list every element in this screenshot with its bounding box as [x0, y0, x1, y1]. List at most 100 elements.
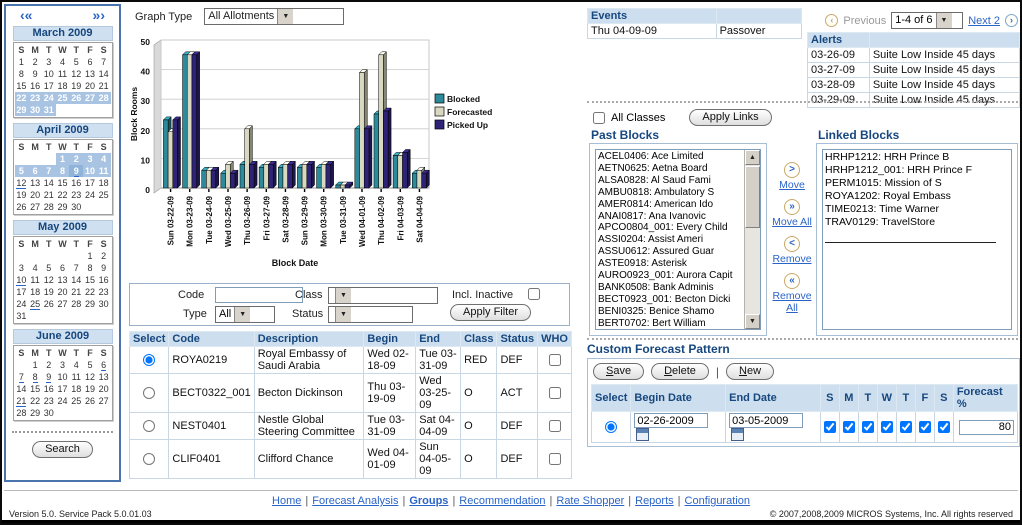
list-item[interactable]: HRHP1212_001: HRH Prince F: [825, 164, 1011, 177]
calendar-day[interactable]: 31: [15, 310, 29, 322]
calendar-day[interactable]: 15: [15, 80, 29, 92]
calendar-day[interactable]: 26: [42, 298, 56, 310]
calendar-day[interactable]: 27: [28, 201, 42, 213]
calendar-day[interactable]: 20: [97, 383, 111, 395]
previous-page-icon[interactable]: ‹: [825, 14, 838, 27]
calendar-day[interactable]: 15: [28, 383, 42, 395]
who-checkbox[interactable]: [549, 453, 561, 465]
calendar-icon[interactable]: [731, 428, 744, 441]
calendar-day[interactable]: 5: [42, 262, 56, 274]
calendar-day[interactable]: 7: [42, 165, 56, 177]
calendar-day[interactable]: 28: [69, 298, 83, 310]
calendar-day[interactable]: 14: [97, 68, 111, 80]
calendar-day[interactable]: 22: [83, 286, 97, 298]
remove-icon[interactable]: <: [784, 236, 800, 252]
calendar-day[interactable]: 25: [28, 298, 42, 310]
chevron-down-icon[interactable]: ▼: [335, 288, 351, 303]
calendar-day[interactable]: 14: [42, 177, 56, 189]
status-select[interactable]: ▼: [328, 306, 413, 323]
type-select[interactable]: All ▼: [215, 306, 275, 323]
list-item[interactable]: ASSU0612: Assured Guar: [598, 246, 744, 258]
remove-link[interactable]: Remove: [769, 253, 815, 265]
calendar-day[interactable]: 7: [69, 262, 83, 274]
alert-row[interactable]: 03-28-09Suite Low Inside 45 days: [808, 78, 1020, 93]
calendar-day[interactable]: 16: [42, 383, 56, 395]
calendar-day[interactable]: 30: [28, 104, 42, 116]
calendar-day[interactable]: 10: [15, 274, 29, 286]
calendar-day[interactable]: 9: [28, 68, 42, 80]
calendar-day[interactable]: 25: [69, 395, 83, 407]
calendar-day[interactable]: 26: [15, 201, 29, 213]
past-blocks-scrollbar[interactable]: ▲ ▼: [744, 150, 760, 329]
calendar-day[interactable]: 16: [69, 177, 83, 189]
calendar-day[interactable]: 1: [15, 56, 29, 68]
list-item[interactable]: BECT0923_001: Becton Dicki: [598, 294, 744, 306]
calendar-day[interactable]: 11: [28, 274, 42, 286]
calendar-day[interactable]: 23: [42, 395, 56, 407]
calendar-day[interactable]: 24: [83, 189, 97, 201]
list-item[interactable]: BENI0325: Benice Shamo: [598, 306, 744, 318]
footer-link-forecast-analysis[interactable]: Forecast Analysis: [312, 495, 398, 507]
calendar-day[interactable]: 1: [28, 359, 42, 371]
calendar-day[interactable]: 1: [83, 250, 97, 262]
prev-year-icon[interactable]: «: [25, 7, 33, 23]
calendar-day[interactable]: 24: [15, 298, 29, 310]
day-thu-checkbox[interactable]: [900, 421, 912, 433]
list-item[interactable]: PERM1015: Mission of S: [825, 177, 1011, 190]
list-item[interactable]: AMBU0818: Ambulatory S: [598, 187, 744, 199]
delete-button[interactable]: Delete: [651, 363, 709, 380]
save-button[interactable]: Save: [593, 363, 644, 380]
calendar-day[interactable]: 20: [83, 80, 97, 92]
calendar-day[interactable]: 21: [69, 286, 83, 298]
calendar-day[interactable]: 21: [42, 189, 56, 201]
calendar-day[interactable]: 31: [42, 104, 56, 116]
chevron-down-icon[interactable]: ▼: [936, 13, 952, 28]
list-item[interactable]: ASTE0918: Asterisk: [598, 258, 744, 270]
list-item[interactable]: ANAI0817: Ana Ivanovic: [598, 211, 744, 223]
calendar-day[interactable]: 22: [28, 395, 42, 407]
event-row[interactable]: Thu 04-09-09 Passover: [588, 24, 802, 39]
calendar-day[interactable]: 30: [42, 407, 56, 419]
code-input[interactable]: [215, 287, 303, 303]
linked-blocks-listbox[interactable]: HRHP1212: HRH Prince BHRHP1212_001: HRH …: [822, 149, 1012, 330]
calendar-day[interactable]: 5: [83, 359, 97, 371]
list-item[interactable]: AURO0923_001: Aurora Capit: [598, 270, 744, 282]
calendar-day[interactable]: 9: [97, 262, 111, 274]
scroll-up-icon[interactable]: ▲: [745, 150, 760, 165]
calendar-day[interactable]: 10: [83, 165, 97, 177]
list-item[interactable]: APCO0804_001: Every Child: [598, 222, 744, 234]
calendar-day[interactable]: 3: [83, 153, 97, 165]
calendar-day[interactable]: 22: [56, 189, 70, 201]
calendar-day[interactable]: 24: [56, 395, 70, 407]
calendar-day[interactable]: 11: [56, 68, 70, 80]
calendar-day[interactable]: 23: [69, 189, 83, 201]
calendar-day[interactable]: 30: [97, 298, 111, 310]
calendar-day[interactable]: 10: [56, 371, 70, 383]
calendar-day[interactable]: 4: [97, 153, 111, 165]
list-item[interactable]: BERT0702: Bert William: [598, 318, 744, 329]
scroll-down-icon[interactable]: ▼: [745, 314, 760, 329]
move-all-icon[interactable]: »: [784, 199, 800, 215]
calendar-day[interactable]: 30: [69, 201, 83, 213]
calendar-day[interactable]: 18: [28, 286, 42, 298]
calendar-day[interactable]: 2: [42, 359, 56, 371]
list-item[interactable]: TRAV0129: TravelStore: [825, 216, 1011, 229]
page-range-select[interactable]: 1-4 of 6 ▼: [891, 12, 963, 29]
list-item[interactable]: ASSI0204: Assist Ameri: [598, 234, 744, 246]
calendar-day[interactable]: 6: [83, 56, 97, 68]
calendar-day[interactable]: 24: [42, 92, 56, 104]
footer-link-recommendation[interactable]: Recommendation: [459, 495, 545, 507]
calendar-day[interactable]: 16: [97, 274, 111, 286]
calendar-day[interactable]: 19: [15, 189, 29, 201]
day-tue-checkbox[interactable]: [862, 421, 874, 433]
day-sun-checkbox[interactable]: [824, 421, 836, 433]
calendar-day[interactable]: 19: [69, 80, 83, 92]
row-select-radio[interactable]: [143, 387, 155, 399]
calendar-day[interactable]: 29: [28, 407, 42, 419]
calendar-day[interactable]: 14: [15, 383, 29, 395]
apply-links-button[interactable]: Apply Links: [689, 109, 771, 126]
who-checkbox[interactable]: [549, 354, 561, 366]
apply-filter-button[interactable]: Apply Filter: [450, 304, 531, 321]
remove-all-icon[interactable]: «: [784, 273, 800, 289]
calendar-day[interactable]: 18: [97, 177, 111, 189]
